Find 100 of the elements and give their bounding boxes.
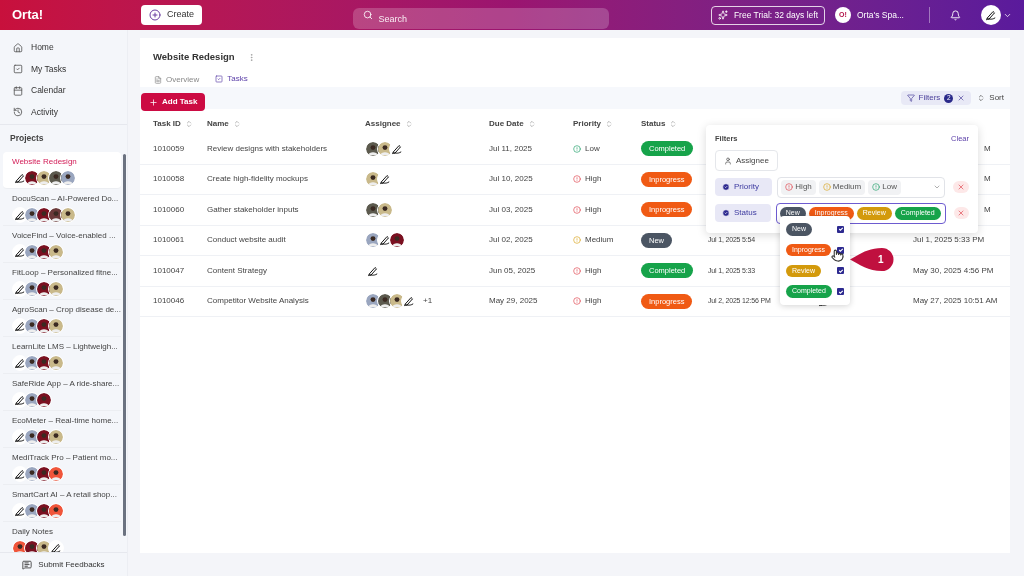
priority-label: Low: [573, 142, 641, 155]
column-header[interactable]: Due Date: [489, 118, 573, 130]
checkbox[interactable]: [837, 225, 844, 233]
project-item[interactable]: Website Redesign: [3, 152, 121, 189]
table-cell-text: Review designs with stakeholders: [207, 142, 329, 155]
check-icon: [722, 209, 730, 218]
signature-avatar-icon: [48, 540, 64, 552]
table-cell-text: Gather stakeholder inputs: [207, 203, 300, 216]
signature-avatar-icon: [12, 466, 28, 482]
message-icon: [22, 559, 33, 570]
project-item[interactable]: SmartCart AI – A retail shop...: [3, 485, 121, 522]
checkbox-icon: [13, 64, 23, 75]
nav-item[interactable]: Activity: [13, 103, 127, 121]
history-icon: [13, 107, 23, 118]
alert-icon: [573, 205, 581, 214]
project-item[interactable]: FitLoop – Personalized fitne...: [3, 263, 121, 300]
nav-item[interactable]: My Tasks: [13, 60, 127, 78]
remove-button[interactable]: [953, 207, 969, 220]
assignee-button[interactable]: Assignee: [715, 150, 778, 172]
tab[interactable]: Overview: [150, 71, 204, 88]
priority-chip: High: [781, 179, 816, 195]
house-icon: [13, 42, 23, 53]
table-cell-text: 1010060: [152, 203, 186, 216]
checkbox-icon: [215, 75, 224, 83]
alert-icon: [573, 175, 581, 184]
table-cell: May 27, 2025 10:51 AM: [913, 295, 998, 308]
table-cell: May 30, 2025 4:56 PM: [913, 264, 994, 277]
add-task-button[interactable]: Add Task: [141, 93, 206, 111]
table-cell-text: Jul 11, 2025: [489, 142, 533, 155]
table-cell-text: May 29, 2025: [489, 295, 539, 308]
table-cell-text: 1010058: [152, 173, 186, 186]
table-cell-text: Conduct website audit: [207, 234, 287, 247]
table-cell-text: Create high-fidelity mockups: [207, 173, 309, 186]
project-item[interactable]: DocuScan – AI-Powered Do...: [3, 189, 121, 226]
sort-button[interactable]: Sort: [977, 92, 1004, 104]
filter-icon: [906, 94, 915, 102]
create-button[interactable]: Create: [141, 5, 202, 25]
checkbox[interactable]: [837, 288, 844, 296]
table-cell-text: 1010061: [152, 234, 186, 247]
signature-avatar-icon: [12, 207, 28, 223]
search-icon: [363, 10, 374, 20]
priority-label: High: [573, 264, 641, 277]
clipboard-icon: [154, 75, 162, 84]
sort-icon: [605, 120, 613, 128]
project-item[interactable]: LearnLite LMS – Lightweigh...: [3, 337, 121, 374]
signature-avatar-icon: [12, 318, 28, 334]
trial-button[interactable]: Free Trial: 32 days left: [710, 5, 825, 25]
filter-label: Status: [715, 204, 771, 223]
priority-chip: Low: [868, 179, 901, 195]
close-icon: [957, 209, 966, 218]
filter-select[interactable]: High Medium Low: [777, 176, 946, 198]
hand-cursor-icon: [831, 249, 844, 262]
signature-avatar-icon: [12, 355, 28, 371]
project-item[interactable]: VoiceFind – Voice-enabled ...: [3, 226, 121, 263]
checkbox[interactable]: [837, 267, 844, 275]
nav-item[interactable]: Home: [13, 39, 127, 57]
sort-icon: [977, 94, 986, 102]
sort-icon: [527, 120, 536, 128]
table-cell-text: Jul 10, 2025: [489, 173, 534, 186]
table-cell-text: Jun 05, 2025: [489, 264, 537, 277]
signature-avatar-icon: [12, 503, 28, 519]
signature-avatar-icon: [12, 281, 28, 297]
table-cell: Jul 1, 2025 5:33 PM: [913, 234, 985, 247]
plus-icon: [149, 97, 158, 107]
user-avatar-icon[interactable]: [981, 5, 1001, 25]
project-item[interactable]: EcoMeter – Real-time home...: [3, 411, 121, 448]
remove-button[interactable]: [953, 181, 969, 194]
column-header[interactable]: Priority: [573, 118, 641, 130]
priority-label: Medium: [573, 234, 641, 247]
table-cell-text: Content Strategy: [207, 264, 269, 277]
project-item[interactable]: AgroScan – Crop disease de...: [3, 300, 121, 337]
column-header[interactable]: Task ID: [140, 118, 207, 130]
nav-item[interactable]: Calendar: [13, 82, 127, 100]
signature-avatar-icon: [12, 429, 28, 445]
org-name[interactable]: Orta's Spa...: [857, 8, 921, 22]
alert-icon: [872, 183, 881, 192]
project-item[interactable]: MediTrack Pro – Patient mo...: [3, 448, 121, 485]
table-cell-text: Competitor Website Analysis: [207, 295, 310, 308]
filter-label: Priority: [715, 178, 773, 197]
column-header[interactable]: Assignee: [365, 118, 489, 130]
sort-icon: [232, 120, 241, 128]
sort-icon: [184, 120, 193, 128]
scrollbar[interactable]: [123, 154, 126, 536]
signature-avatar-icon: [12, 244, 28, 260]
alert-icon: [785, 183, 794, 192]
close-icon[interactable]: [957, 94, 966, 102]
table-cell: M: [984, 142, 991, 155]
alert-icon: [573, 266, 581, 275]
table-cell-text: 1010046: [152, 295, 186, 308]
close-icon: [957, 183, 966, 192]
column-header[interactable]: Name: [207, 118, 365, 130]
table-cell: M: [984, 173, 991, 186]
notification-icon[interactable]: [950, 9, 961, 21]
table-cell-text: 1010047: [152, 264, 186, 277]
logo[interactable]: Orta!: [12, 5, 141, 25]
project-item[interactable]: SafeRide App – A ride-share...: [3, 374, 121, 411]
user-icon: [724, 156, 732, 165]
column-header[interactable]: Status: [641, 118, 708, 130]
sparkle-icon: [717, 10, 728, 20]
table-cell-text: Jul 02, 2025: [489, 234, 534, 247]
